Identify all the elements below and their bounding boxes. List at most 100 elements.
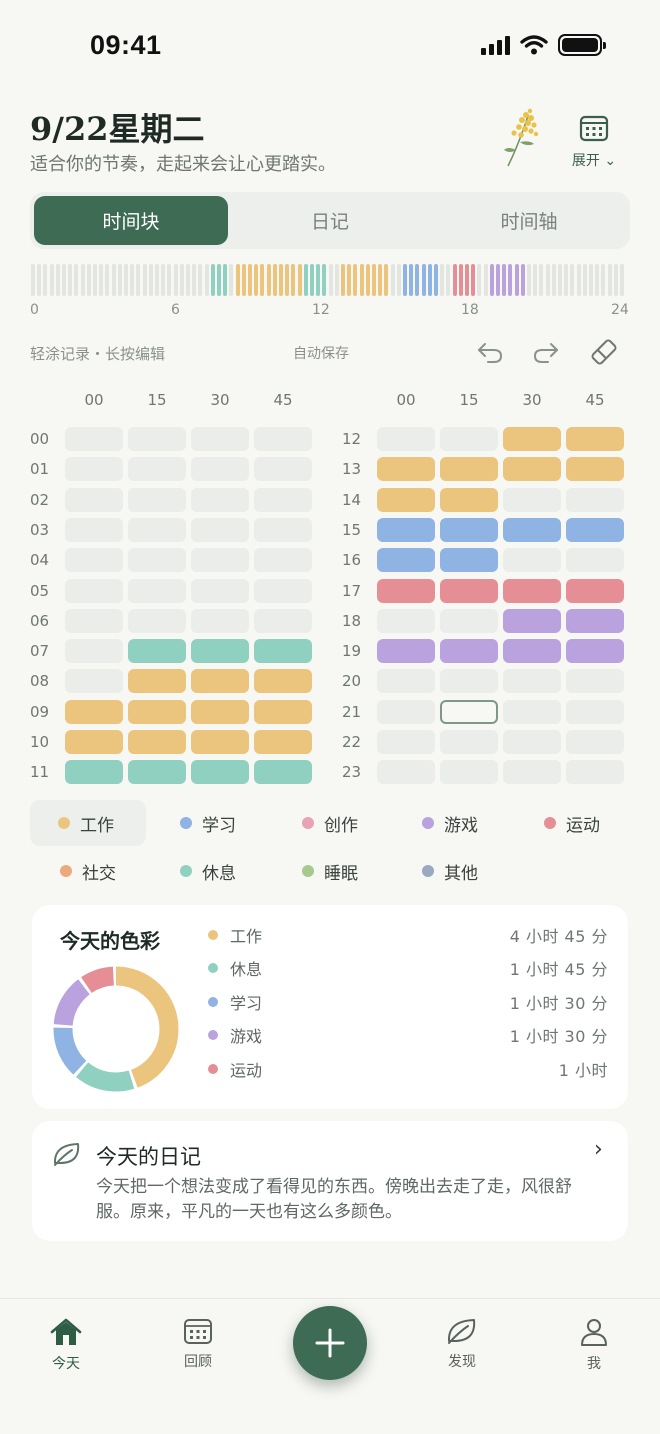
nav-today[interactable]: 今天 bbox=[26, 1317, 106, 1373]
time-block-cell[interactable] bbox=[440, 639, 498, 664]
time-block-cell[interactable] bbox=[191, 608, 249, 633]
legend-item-create[interactable]: 创作 bbox=[274, 800, 358, 846]
time-block-cell[interactable] bbox=[440, 487, 498, 512]
time-block-cell[interactable] bbox=[65, 639, 123, 664]
time-block-cell[interactable] bbox=[191, 578, 249, 603]
tab-timeline[interactable]: 时间轴 bbox=[432, 196, 626, 245]
nav-review[interactable]: 回顾 bbox=[158, 1317, 238, 1371]
time-block-cell[interactable] bbox=[254, 487, 312, 512]
time-block-cell[interactable] bbox=[440, 669, 498, 694]
legend-item-other[interactable]: 其他 bbox=[394, 848, 478, 894]
time-block-cell[interactable] bbox=[191, 730, 249, 754]
time-block-cell[interactable] bbox=[377, 669, 435, 694]
time-block-cell[interactable] bbox=[254, 517, 312, 542]
legend-item-game[interactable]: 游戏 bbox=[394, 800, 478, 846]
time-block-cell[interactable] bbox=[254, 699, 312, 724]
time-block-cell[interactable] bbox=[440, 457, 498, 482]
time-block-cell[interactable] bbox=[377, 548, 435, 573]
time-block-cell[interactable] bbox=[503, 669, 561, 694]
time-block-cell[interactable] bbox=[377, 457, 435, 482]
time-block-cell[interactable] bbox=[191, 548, 249, 573]
time-block-cell[interactable] bbox=[65, 730, 123, 754]
time-block-cell[interactable] bbox=[566, 608, 624, 633]
time-block-cell[interactable] bbox=[503, 730, 561, 754]
time-block-cell[interactable] bbox=[65, 548, 123, 573]
time-block-cell[interactable] bbox=[377, 578, 435, 603]
time-block-cell[interactable] bbox=[128, 578, 186, 603]
time-block-cell[interactable] bbox=[191, 699, 249, 724]
time-block-cell[interactable] bbox=[503, 457, 561, 482]
time-block-cell[interactable] bbox=[503, 760, 561, 785]
nav-discover[interactable]: 发现 bbox=[422, 1317, 502, 1371]
time-block-cell[interactable] bbox=[128, 608, 186, 633]
time-block-cell[interactable] bbox=[128, 639, 186, 664]
time-block-cell[interactable] bbox=[254, 548, 312, 573]
time-block-cell[interactable] bbox=[377, 760, 435, 785]
time-block-cell[interactable] bbox=[65, 457, 123, 482]
time-block-cell[interactable] bbox=[503, 578, 561, 603]
time-block-cell[interactable] bbox=[566, 548, 624, 573]
time-block-cell[interactable] bbox=[566, 730, 624, 754]
time-block-cell[interactable] bbox=[566, 427, 624, 451]
time-block-cell[interactable] bbox=[128, 760, 186, 785]
time-block-cell[interactable] bbox=[65, 427, 123, 451]
time-block-cell[interactable] bbox=[377, 730, 435, 754]
time-block-cell[interactable] bbox=[503, 517, 561, 542]
time-block-cell[interactable] bbox=[566, 639, 624, 664]
time-block-cell[interactable] bbox=[254, 669, 312, 694]
time-block-cell[interactable] bbox=[128, 457, 186, 482]
time-block-cell[interactable] bbox=[566, 517, 624, 542]
time-block-cell[interactable] bbox=[377, 487, 435, 512]
tab-diary[interactable]: 日记 bbox=[233, 196, 427, 245]
time-block-cell[interactable] bbox=[440, 699, 498, 724]
time-block-cell[interactable] bbox=[440, 730, 498, 754]
time-block-cell[interactable] bbox=[191, 517, 249, 542]
legend-item-sport[interactable]: 运动 bbox=[516, 800, 600, 846]
time-block-cell[interactable] bbox=[254, 639, 312, 664]
time-block-cell[interactable] bbox=[128, 730, 186, 754]
add-record-button[interactable] bbox=[293, 1306, 367, 1380]
time-block-cell[interactable] bbox=[377, 427, 435, 451]
legend-item-work[interactable]: 工作 bbox=[30, 800, 146, 846]
time-block-cell[interactable] bbox=[503, 427, 561, 451]
time-block-cell[interactable] bbox=[440, 427, 498, 451]
legend-item-social[interactable]: 社交 bbox=[32, 848, 116, 894]
legend-item-sleep[interactable]: 睡眠 bbox=[274, 848, 358, 894]
time-block-cell[interactable] bbox=[65, 578, 123, 603]
time-block-cell[interactable] bbox=[503, 487, 561, 512]
time-block-cell[interactable] bbox=[65, 608, 123, 633]
time-block-cell[interactable] bbox=[566, 699, 624, 724]
time-block-cell[interactable] bbox=[503, 548, 561, 573]
time-block-cell[interactable] bbox=[503, 608, 561, 633]
time-block-cell[interactable] bbox=[566, 487, 624, 512]
today-diary-card[interactable]: 今天的日记 › 今天把一个想法变成了看得见的东西。傍晚出去走了走，风很舒服。原来… bbox=[32, 1121, 628, 1241]
nav-me[interactable]: 我 bbox=[554, 1317, 634, 1373]
time-block-cell[interactable] bbox=[440, 517, 498, 542]
legend-item-rest[interactable]: 休息 bbox=[152, 848, 236, 894]
time-block-cell[interactable] bbox=[65, 760, 123, 785]
time-block-cell[interactable] bbox=[377, 608, 435, 633]
time-block-cell[interactable] bbox=[128, 517, 186, 542]
time-block-cell[interactable] bbox=[254, 578, 312, 603]
time-block-cell[interactable] bbox=[191, 669, 249, 694]
time-block-cell[interactable] bbox=[254, 457, 312, 482]
time-block-cell[interactable] bbox=[566, 457, 624, 482]
time-block-cell[interactable] bbox=[377, 639, 435, 664]
time-block-cell[interactable] bbox=[566, 578, 624, 603]
time-block-cell[interactable] bbox=[191, 457, 249, 482]
time-block-cell[interactable] bbox=[440, 578, 498, 603]
time-block-cell[interactable] bbox=[254, 427, 312, 451]
eraser-button[interactable] bbox=[588, 336, 620, 368]
time-block-cell[interactable] bbox=[65, 487, 123, 512]
legend-item-study[interactable]: 学习 bbox=[152, 800, 236, 846]
time-block-cell[interactable] bbox=[128, 669, 186, 694]
time-block-cell[interactable] bbox=[440, 548, 498, 573]
time-block-cell[interactable] bbox=[254, 760, 312, 785]
time-block-cell[interactable] bbox=[65, 517, 123, 542]
redo-button[interactable] bbox=[530, 336, 562, 368]
undo-button[interactable] bbox=[474, 336, 506, 368]
time-block-cell[interactable] bbox=[440, 608, 498, 633]
time-block-cell[interactable] bbox=[503, 699, 561, 724]
time-block-cell[interactable] bbox=[377, 699, 435, 724]
time-block-cell[interactable] bbox=[566, 669, 624, 694]
